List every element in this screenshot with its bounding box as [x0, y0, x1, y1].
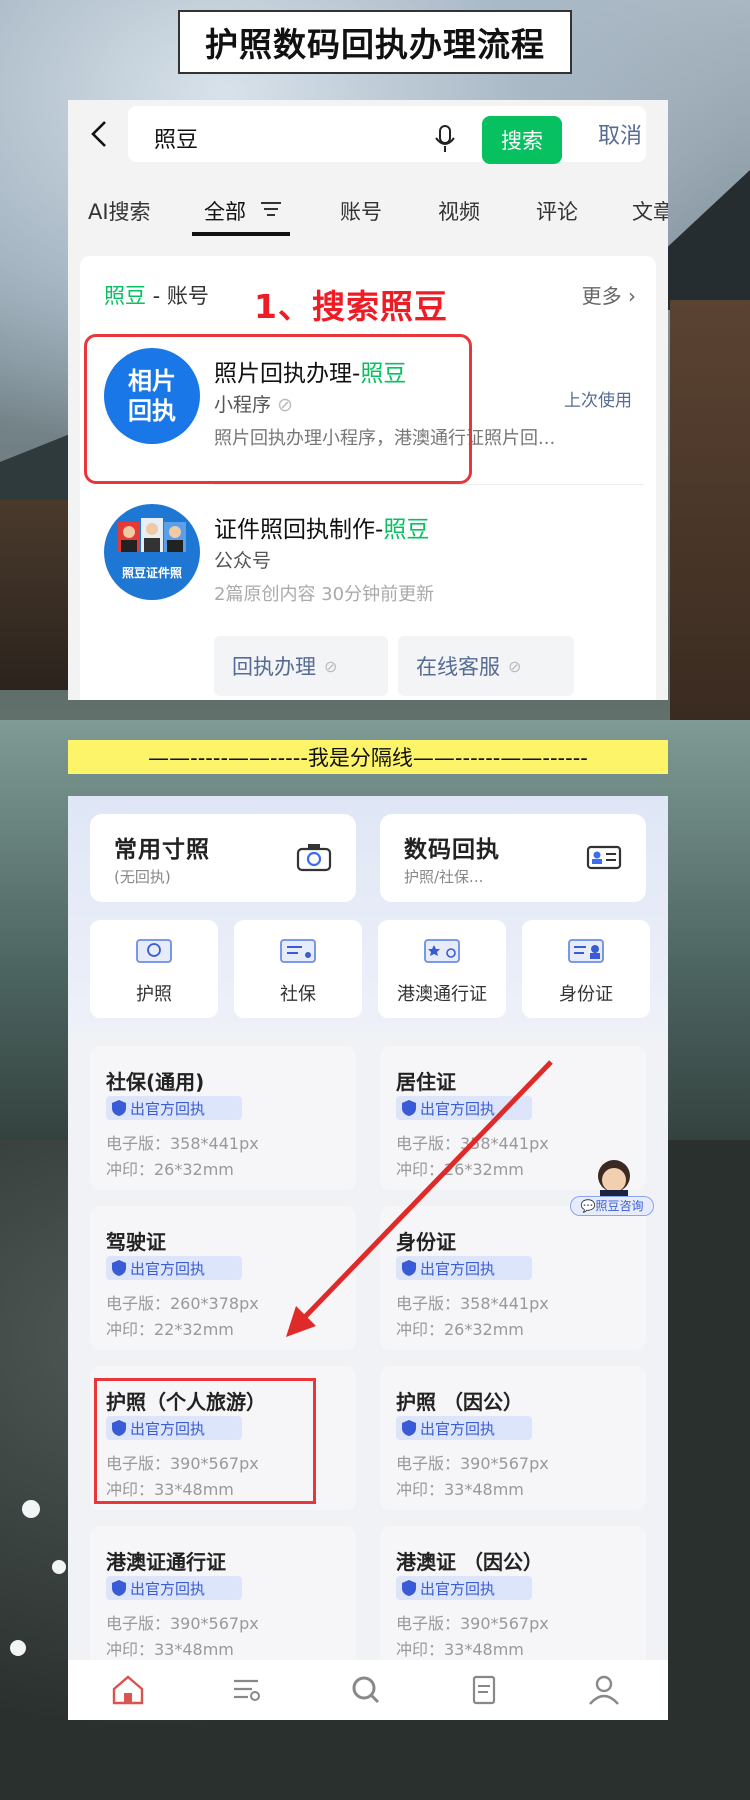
official-receipt-badge: 出官方回执: [106, 1096, 242, 1120]
official-receipt-badge: 出官方回执: [396, 1256, 532, 1280]
official-receipt-badge: 出官方回执: [106, 1576, 242, 1600]
mini-program-screenshot: 常用寸照 (无回执) 数码回执 护照/社保... 护照 社保 港澳通行证 身份证…: [68, 796, 668, 1720]
size-card-social-security[interactable]: 社保(通用) 出官方回执 电子版：358*441px 冲印：26*32mm: [90, 1046, 356, 1190]
shield-icon: [112, 1100, 126, 1116]
common-photo-card[interactable]: 常用寸照 (无回执): [90, 814, 356, 902]
shield-icon: [402, 1100, 416, 1116]
result-title-official-account[interactable]: 证件照回执制作-照豆: [214, 510, 429, 544]
quick-social-security[interactable]: 社保: [234, 920, 362, 1018]
search-tabs: AI搜索 全部 账号 视频 评论 文章: [68, 178, 668, 238]
page-title-box: 护照数码回执办理流程: [178, 10, 572, 74]
tab-account[interactable]: 账号: [340, 196, 382, 226]
id-card-icon: [568, 939, 604, 963]
search-icon[interactable]: [348, 1674, 384, 1706]
tab-article[interactable]: 文章: [632, 196, 668, 226]
consult-label: 💬照豆咨询: [570, 1196, 654, 1216]
link-icon: ⊘: [508, 656, 522, 676]
category-header: 常用寸照 (无回执) 数码回执 护照/社保... 护照 社保 港澳通行证 身份证: [68, 796, 668, 1032]
shield-icon: [112, 1580, 126, 1596]
home-icon[interactable]: [110, 1674, 146, 1706]
portrait-photos-icon: [118, 518, 186, 552]
social-security-card-icon: [280, 939, 316, 963]
shield-icon: [112, 1260, 126, 1276]
bottom-navigation: [68, 1660, 668, 1720]
customer-service-link-button[interactable]: 在线客服 ⊘: [398, 636, 574, 696]
last-used-label: 上次使用: [564, 391, 632, 411]
tab-video[interactable]: 视频: [438, 196, 480, 226]
quick-passport[interactable]: 护照: [90, 920, 218, 1018]
shield-icon: [402, 1580, 416, 1596]
page-title: 护照数码回执办理流程: [205, 25, 545, 64]
list-icon[interactable]: [228, 1674, 264, 1706]
document-icon[interactable]: [466, 1674, 502, 1706]
official-account-logo-caption: 照豆证件照: [121, 566, 182, 580]
tab-comment[interactable]: 评论: [536, 196, 578, 226]
size-card-driving-license[interactable]: 驾驶证 出官方回执 电子版：260*378px 冲印：22*32mm: [90, 1206, 356, 1350]
size-card-hk-macau-pass[interactable]: 港澳证通行证 出官方回执 电子版：390*567px 冲印：33*48mm: [90, 1526, 356, 1670]
quick-hk-macau-pass[interactable]: 港澳通行证: [378, 920, 506, 1018]
shield-icon: [402, 1260, 416, 1276]
official-receipt-badge: 出官方回执: [396, 1096, 532, 1120]
chat-bubble-icon: 💬: [580, 1199, 596, 1213]
quick-id-card[interactable]: 身份证: [522, 920, 650, 1018]
divider: [214, 484, 644, 485]
filter-icon[interactable]: [260, 200, 282, 218]
background-house: [0, 500, 70, 690]
highlight-box-mini-program: [84, 334, 472, 484]
background-flower: [10, 1640, 26, 1656]
official-receipt-badge: 出官方回执: [396, 1416, 532, 1440]
result-meta: 2篇原创内容 30分钟前更新: [214, 584, 435, 605]
hk-macau-pass-icon: [424, 939, 460, 963]
size-card-passport-official[interactable]: 护照 （因公） 出官方回执 电子版：390*567px 冲印：33*48mm: [380, 1366, 646, 1510]
cancel-button[interactable]: 取消: [598, 118, 642, 150]
official-receipt-badge: 出官方回执: [396, 1576, 532, 1600]
section-header: 照豆 - 账号: [104, 284, 209, 308]
active-tab-indicator: [192, 232, 290, 236]
separator-banner: ——-----——-----我是分隔线——------——------: [68, 740, 668, 774]
tab-ai-search[interactable]: AI搜索: [88, 196, 151, 226]
chevron-right-icon: ›: [628, 284, 636, 308]
search-button[interactable]: 搜索: [482, 116, 562, 164]
camera-icon: [296, 844, 332, 872]
microphone-icon[interactable]: [434, 124, 456, 154]
background-house: [670, 300, 750, 720]
size-card-id-card[interactable]: 身份证 出官方回执 电子版：358*441px 冲印：26*32mm: [380, 1206, 646, 1350]
search-topbar: 照豆 搜索 取消: [68, 100, 668, 168]
tab-all[interactable]: 全部: [204, 196, 246, 226]
search-input[interactable]: 照豆: [154, 122, 198, 154]
background-flower: [22, 1500, 40, 1518]
receipt-link-button[interactable]: 回执办理 ⊘: [214, 636, 388, 696]
search-input-box[interactable]: 照豆 搜索: [128, 106, 646, 164]
id-card-icon: [586, 845, 622, 870]
background-flower: [52, 1560, 66, 1574]
digital-receipt-card[interactable]: 数码回执 护照/社保...: [380, 814, 646, 902]
passport-icon: [136, 939, 172, 963]
profile-icon[interactable]: [586, 1674, 622, 1706]
back-arrow-icon[interactable]: [90, 120, 108, 148]
link-icon: ⊘: [324, 656, 338, 676]
official-receipt-badge: 出官方回执: [106, 1256, 242, 1280]
official-account-logo[interactable]: 照豆证件照: [104, 504, 200, 600]
step-annotation: 1、搜索照豆: [254, 287, 448, 326]
more-link[interactable]: 更多 ›: [582, 280, 636, 309]
size-card-hk-macau-official[interactable]: 港澳证 （因公） 出官方回执 电子版：390*567px 冲印：33*48mm: [380, 1526, 646, 1670]
shield-icon: [402, 1420, 416, 1436]
consult-floating-button[interactable]: 💬照豆咨询: [570, 1156, 654, 1216]
highlight-box-passport: [94, 1378, 316, 1504]
result-type: 公众号: [214, 550, 272, 572]
